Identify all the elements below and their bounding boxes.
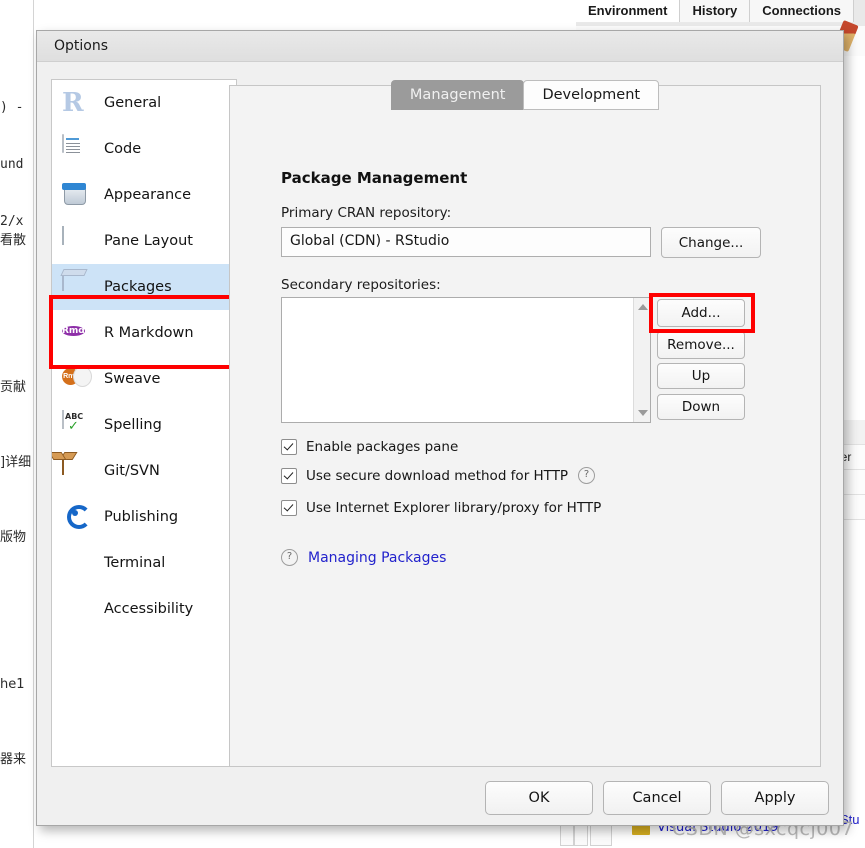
- primary-cran-label: Primary CRAN repository:: [281, 205, 452, 221]
- enable-packages-pane-row[interactable]: Enable packages pane: [281, 439, 458, 455]
- checkbox-label: Enable packages pane: [306, 439, 459, 455]
- move-down-button[interactable]: Down: [657, 394, 745, 420]
- sidebar-item-accessibility[interactable]: Accessibility: [52, 586, 236, 632]
- background-text-line: ]详细: [0, 455, 32, 470]
- publish-ring-icon: [62, 503, 91, 531]
- background-checkbox[interactable]: [590, 824, 612, 846]
- sidebar-item-label: Appearance: [104, 187, 192, 203]
- cancel-button[interactable]: Cancel: [603, 781, 711, 815]
- crate-icon: [62, 456, 90, 485]
- tab-management[interactable]: Management: [390, 80, 525, 110]
- sidebar-item-terminal[interactable]: Terminal: [52, 540, 236, 586]
- sidebar-item-label: Code: [104, 141, 142, 157]
- secondary-repos-label: Secondary repositories:: [281, 277, 441, 293]
- sidebar-item-spelling[interactable]: ABC ✓ Spelling: [52, 402, 236, 448]
- sidebar-item-label: Publishing: [104, 509, 179, 525]
- sidebar-item-label: Accessibility: [104, 601, 194, 617]
- checkbox-label: Use Internet Explorer library/proxy for …: [306, 500, 602, 516]
- background-text-line: 器来: [0, 752, 27, 767]
- sidebar-item-appearance[interactable]: Appearance: [52, 172, 236, 218]
- sidebar-item-label: Sweave: [104, 371, 161, 387]
- dialog-title: Options: [54, 38, 109, 54]
- sidebar-item-label: Terminal: [104, 555, 166, 571]
- checkbox-label: Use secure download method for HTTP: [306, 467, 569, 484]
- background-cell: [574, 824, 588, 846]
- secure-download-row[interactable]: Use secure download method for HTTP ?: [281, 467, 596, 484]
- remove-button[interactable]: Remove...: [657, 331, 745, 359]
- tab-development[interactable]: Development: [523, 80, 660, 110]
- apply-button[interactable]: Apply: [721, 781, 829, 815]
- sidebar-item-r-markdown[interactable]: Rmd R Markdown: [52, 310, 236, 356]
- options-sidebar: R General Code Appearance Pane Layout Pa…: [51, 79, 237, 767]
- background-text-line: 看散: [0, 233, 27, 248]
- sweave-pdf-icon: Rnw: [62, 365, 92, 393]
- options-dialog: Options R General Code Appearance Pane L…: [36, 30, 844, 826]
- managing-packages-help-row[interactable]: ? Managing Packages: [281, 549, 446, 566]
- dialog-title-bar: [37, 31, 843, 62]
- r-logo-icon: R: [62, 88, 84, 118]
- sidebar-item-code[interactable]: Code: [52, 126, 236, 172]
- options-content-panel: [229, 85, 821, 767]
- sidebar-item-packages[interactable]: Packages: [52, 264, 236, 310]
- help-icon[interactable]: ?: [578, 467, 596, 484]
- background-code-line: ) -: [0, 100, 24, 115]
- scroll-up-arrow-icon[interactable]: [638, 304, 648, 310]
- ok-button[interactable]: OK: [485, 781, 593, 815]
- scroll-down-arrow-icon[interactable]: [638, 410, 648, 416]
- help-icon[interactable]: ?: [281, 549, 298, 566]
- secure-download-checkbox[interactable]: [281, 467, 297, 484]
- enable-packages-pane-checkbox[interactable]: [281, 439, 297, 455]
- screenshot-root: ) - und 2/x 看散 贡献 ]详细 版物 he1 器来 Environm…: [0, 0, 865, 848]
- background-tab-row: Environment History Connections: [576, 0, 865, 26]
- background-cell: [560, 824, 574, 846]
- managing-packages-link[interactable]: Managing Packages: [308, 550, 446, 566]
- background-chinese-text: 看散 贡献 ]详细 版物 he1 器来: [0, 178, 34, 822]
- background-tab-connections[interactable]: Connections: [750, 0, 854, 22]
- sidebar-item-publishing[interactable]: Publishing: [52, 494, 236, 540]
- ie-library-proxy-checkbox[interactable]: [281, 500, 297, 516]
- abc-spellcheck-icon: ABC ✓: [62, 410, 90, 439]
- sidebar-item-label: R Markdown: [104, 325, 194, 341]
- content-tabstrip: Management Development: [229, 80, 821, 112]
- sidebar-item-git-svn[interactable]: Git/SVN: [52, 448, 236, 494]
- background-tab-environment[interactable]: Environment: [576, 0, 681, 22]
- background-tab-history[interactable]: History: [680, 0, 751, 22]
- rmd-badge-icon: Rmd: [62, 326, 85, 336]
- secondary-repos-listbox[interactable]: [281, 297, 651, 423]
- terminal-black-icon: [62, 549, 90, 577]
- sidebar-item-label: Spelling: [104, 417, 162, 433]
- sidebar-item-label: Git/SVN: [104, 463, 160, 479]
- sidebar-item-label: Pane Layout: [104, 233, 193, 249]
- sidebar-item-pane-layout[interactable]: Pane Layout: [52, 218, 236, 264]
- add-button[interactable]: Add...: [657, 299, 745, 327]
- paint-bucket-icon: [62, 181, 90, 209]
- background-text-line: 贡献: [0, 380, 27, 395]
- code-document-icon: [62, 134, 90, 163]
- move-up-button[interactable]: Up: [657, 363, 745, 389]
- pane-grid-icon: [62, 226, 90, 255]
- section-title: Package Management: [281, 169, 468, 187]
- listbox-scrollbar[interactable]: [633, 298, 650, 422]
- ie-library-proxy-row[interactable]: Use Internet Explorer library/proxy for …: [281, 500, 601, 516]
- background-text-line: 版物: [0, 530, 27, 545]
- sidebar-item-sweave[interactable]: Rnw Sweave: [52, 356, 236, 402]
- sidebar-item-general[interactable]: R General: [52, 80, 236, 126]
- primary-cran-input[interactable]: Global (CDN) - RStudio: [281, 227, 651, 257]
- change-button[interactable]: Change...: [661, 227, 761, 258]
- background-code-line: und: [0, 157, 24, 172]
- package-box-icon: [62, 272, 90, 301]
- accessibility-icon: [62, 595, 90, 623]
- background-text-line: he1: [0, 677, 25, 692]
- sidebar-item-label: Packages: [104, 279, 172, 295]
- sidebar-item-label: General: [104, 95, 162, 111]
